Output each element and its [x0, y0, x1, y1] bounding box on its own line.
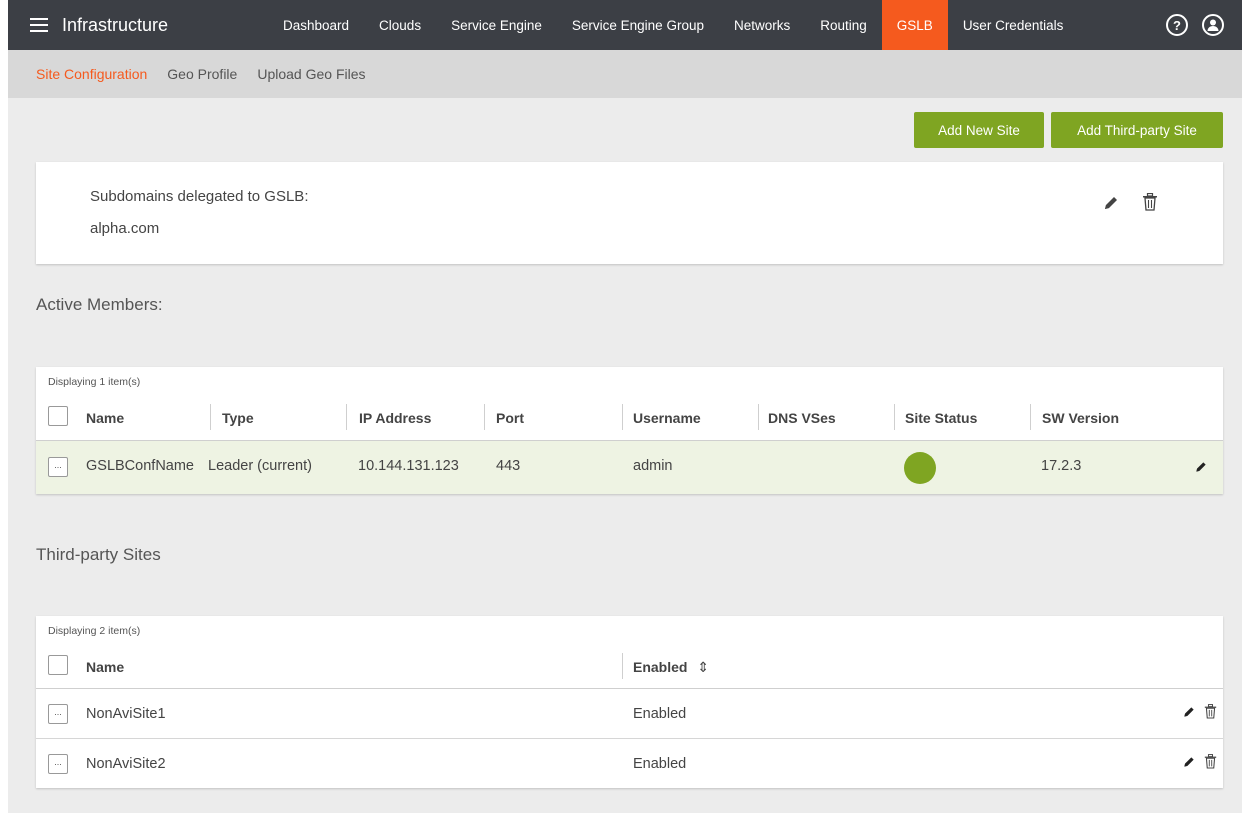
col-name[interactable]: Name: [86, 410, 124, 426]
table-row[interactable]: ... NonAviSite1 Enabled: [36, 689, 1223, 739]
col-ip-address[interactable]: IP Address: [359, 410, 431, 426]
add-new-site-button[interactable]: Add New Site: [914, 112, 1044, 148]
top-nav: Infrastructure Dashboard Clouds Service …: [8, 0, 1242, 50]
help-icon[interactable]: ?: [1166, 14, 1188, 36]
user-icon[interactable]: [1202, 14, 1224, 36]
nav-title: Infrastructure: [62, 14, 169, 35]
col-username[interactable]: Username: [633, 410, 701, 426]
row-username: admin: [633, 458, 673, 474]
row-enabled: Enabled: [633, 706, 687, 722]
row-ip-address: 10.144.131.123: [358, 458, 459, 474]
col-site-status[interactable]: Site Status: [905, 410, 977, 426]
trash-icon[interactable]: [1142, 192, 1158, 216]
row-menu-button[interactable]: ...: [48, 457, 68, 477]
row-name: GSLBConfName: [86, 458, 194, 474]
nav-item-gslb[interactable]: GSLB: [881, 0, 948, 50]
select-all-checkbox[interactable]: [48, 406, 68, 426]
col-sw-version[interactable]: SW Version: [1042, 410, 1119, 426]
table-row[interactable]: ... NonAviSite2 Enabled: [36, 739, 1223, 789]
nav-item-service-engine[interactable]: Service Engine: [436, 0, 557, 50]
nav-item-clouds[interactable]: Clouds: [364, 0, 436, 50]
select-all-checkbox[interactable]: [48, 655, 68, 675]
active-members-title: Active Members:: [36, 295, 163, 314]
edit-icon[interactable]: [1194, 460, 1208, 479]
table-row[interactable]: ... GSLBConfName Leader (current) 10.144…: [36, 441, 1223, 494]
row-type: Leader (current): [208, 458, 312, 474]
nav-item-routing[interactable]: Routing: [805, 0, 882, 50]
third-party-count: Displaying 2 item(s): [48, 625, 141, 637]
active-members-count: Displaying 1 item(s): [48, 376, 141, 388]
col-enabled[interactable]: Enabled ⇕: [633, 659, 709, 676]
row-enabled: Enabled: [633, 756, 687, 772]
menu-icon[interactable]: [30, 18, 48, 32]
third-party-grid: Displaying 2 item(s) Name Enabled ⇕ ... …: [36, 616, 1223, 788]
tab-site-configuration[interactable]: Site Configuration: [36, 66, 147, 82]
subdomains-card: Subdomains delegated to GSLB: alpha.com: [36, 162, 1223, 264]
sub-nav: Site Configuration Geo Profile Upload Ge…: [8, 50, 1242, 98]
brand: Infrastructure: [8, 15, 263, 36]
add-third-party-site-button[interactable]: Add Third-party Site: [1051, 112, 1223, 148]
col-type[interactable]: Type: [222, 410, 254, 426]
trash-icon[interactable]: [1204, 754, 1217, 774]
nav-item-service-engine-group[interactable]: Service Engine Group: [557, 0, 719, 50]
edit-icon[interactable]: [1182, 755, 1196, 774]
row-menu-button[interactable]: ...: [48, 704, 68, 724]
edit-icon[interactable]: [1182, 705, 1196, 724]
col-name[interactable]: Name: [86, 659, 124, 675]
row-port: 443: [496, 458, 521, 474]
tab-upload-geo-files[interactable]: Upload Geo Files: [257, 66, 365, 82]
row-name: NonAviSite1: [86, 706, 166, 722]
row-sw-version: 17.2.3: [1041, 458, 1082, 474]
subdomains-label: Subdomains delegated to GSLB:: [90, 188, 309, 205]
subdomains-value: alpha.com: [90, 220, 160, 237]
third-party-title: Third-party Sites: [36, 545, 161, 564]
nav-item-dashboard[interactable]: Dashboard: [263, 0, 364, 50]
third-party-header: Name Enabled ⇕: [36, 646, 1223, 689]
app-frame: Infrastructure Dashboard Clouds Service …: [8, 0, 1242, 813]
site-status-indicator: [904, 452, 936, 484]
sort-icon[interactable]: ⇕: [697, 659, 709, 675]
active-members-header: Name Type IP Address Port Username DNS V…: [36, 397, 1223, 441]
active-members-grid: Displaying 1 item(s) Name Type IP Addres…: [36, 367, 1223, 494]
nav-item-user-credentials[interactable]: User Credentials: [948, 0, 1079, 50]
nav-item-networks[interactable]: Networks: [719, 0, 805, 50]
col-dns-vses[interactable]: DNS VSes: [768, 410, 836, 426]
trash-icon[interactable]: [1204, 704, 1217, 724]
col-enabled-label: Enabled: [633, 659, 688, 675]
col-port[interactable]: Port: [496, 410, 524, 426]
tab-geo-profile[interactable]: Geo Profile: [167, 66, 237, 82]
row-menu-button[interactable]: ...: [48, 754, 68, 774]
row-name: NonAviSite2: [86, 756, 166, 772]
edit-icon[interactable]: [1102, 194, 1120, 217]
